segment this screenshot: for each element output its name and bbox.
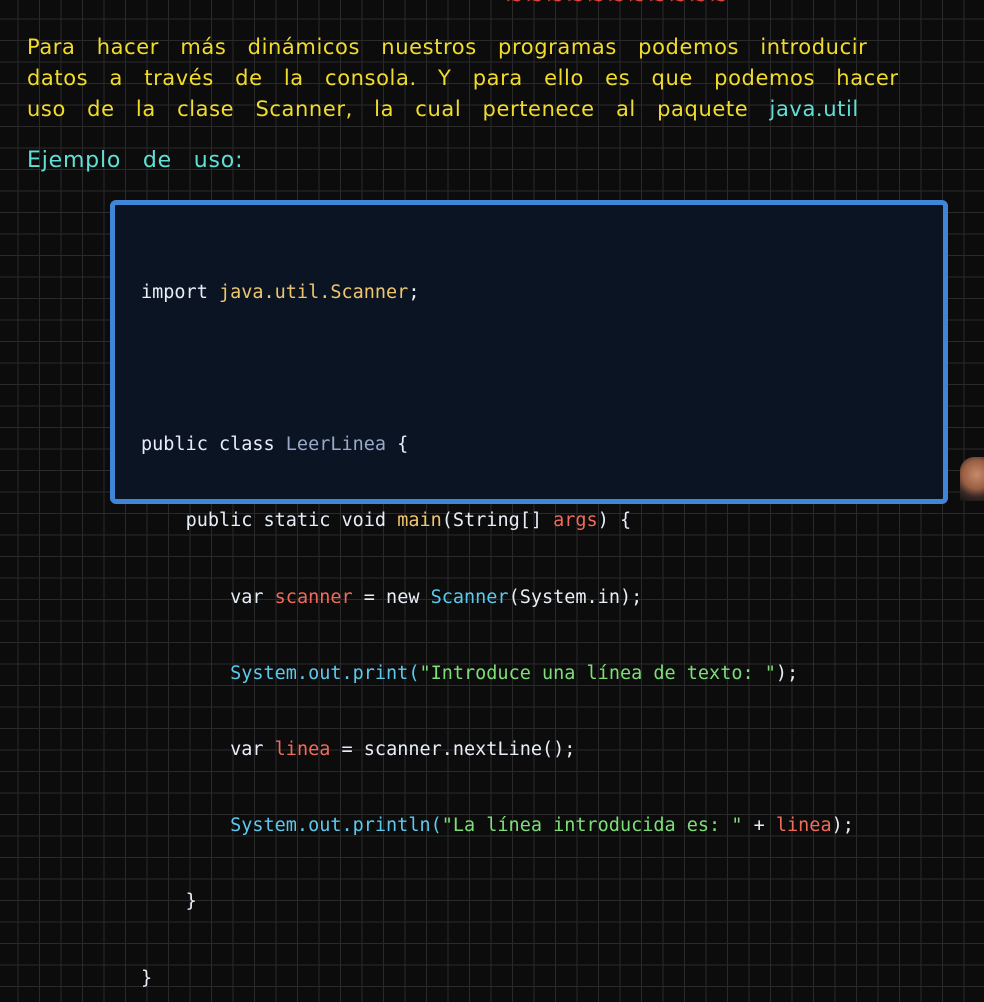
code-punct: ); [775, 662, 799, 684]
code-punct: { [386, 434, 409, 456]
package-name: java.util [769, 97, 859, 121]
code-package: java.util.Scanner [218, 281, 409, 303]
code-line-println: System.out.println("La línea introducida… [141, 813, 854, 838]
code-punct: ); [831, 815, 854, 837]
code-args: (System.in); [508, 586, 643, 608]
note-line-3-text: uso de la clase Scanner, la cual pertene… [27, 97, 749, 121]
code-line-class: public class LeerLinea { [141, 432, 854, 457]
code-line-close-method: } [141, 889, 854, 914]
code-keyword: import [141, 281, 208, 303]
handwritten-note: Para hacer más dinámicos nuestros progra… [27, 32, 967, 125]
note-line-1: Para hacer más dinámicos nuestros progra… [27, 35, 868, 59]
code-punct: ) { [597, 510, 632, 532]
presenter-avatar [960, 457, 984, 501]
cropped-heading-fragment: ~~~~~~~~~~~ [505, 0, 730, 13]
example-heading: Ejemplo de uso: [27, 148, 244, 173]
code-line-close-class: } [141, 966, 854, 991]
code-string: "Introduce una línea de texto: " [419, 662, 776, 684]
code-type: Scanner [430, 586, 509, 608]
code-line-print: System.out.print("Introduce una línea de… [141, 661, 854, 686]
code-brace: } [185, 891, 197, 913]
note-line-3: uso de la clase Scanner, la cual pertene… [27, 94, 967, 125]
code-variable: linea [775, 815, 832, 837]
code-keyword: public class [141, 434, 275, 456]
code-keyword: var [230, 586, 264, 608]
note-line-2: datos a través de la consola. Y para ell… [27, 66, 899, 90]
code-line-read: var linea = scanner.nextLine(); [141, 737, 854, 762]
code-expression: = scanner.nextLine(); [330, 739, 576, 761]
code-line-import: import java.util.Scanner; [141, 280, 854, 305]
code-string: "La línea introducida es: " [441, 815, 743, 837]
code-line-scanner: var scanner = new Scanner(System.in); [141, 585, 854, 610]
code-brace: } [141, 967, 153, 989]
code-operator: = new [352, 586, 431, 608]
code-class-name: LeerLinea [285, 434, 387, 456]
code-variable: linea [274, 739, 331, 761]
code-call: System.out.print( [230, 662, 420, 684]
code-params: (String[] [441, 510, 554, 532]
code-panel: import java.util.Scanner; public class L… [110, 200, 948, 989]
code-variable: scanner [274, 586, 353, 608]
code-keyword: public static void [185, 510, 387, 532]
code-block: import java.util.Scanner; public class L… [141, 229, 854, 1002]
code-arg: args [553, 510, 598, 532]
code-line-main: public static void main(String[] args) { [141, 508, 854, 533]
code-method-name: main [397, 510, 442, 532]
code-punct: ; [408, 281, 420, 303]
code-call: System.out.println( [230, 815, 442, 837]
code-keyword: var [230, 739, 264, 761]
code-operator: + [742, 815, 776, 837]
